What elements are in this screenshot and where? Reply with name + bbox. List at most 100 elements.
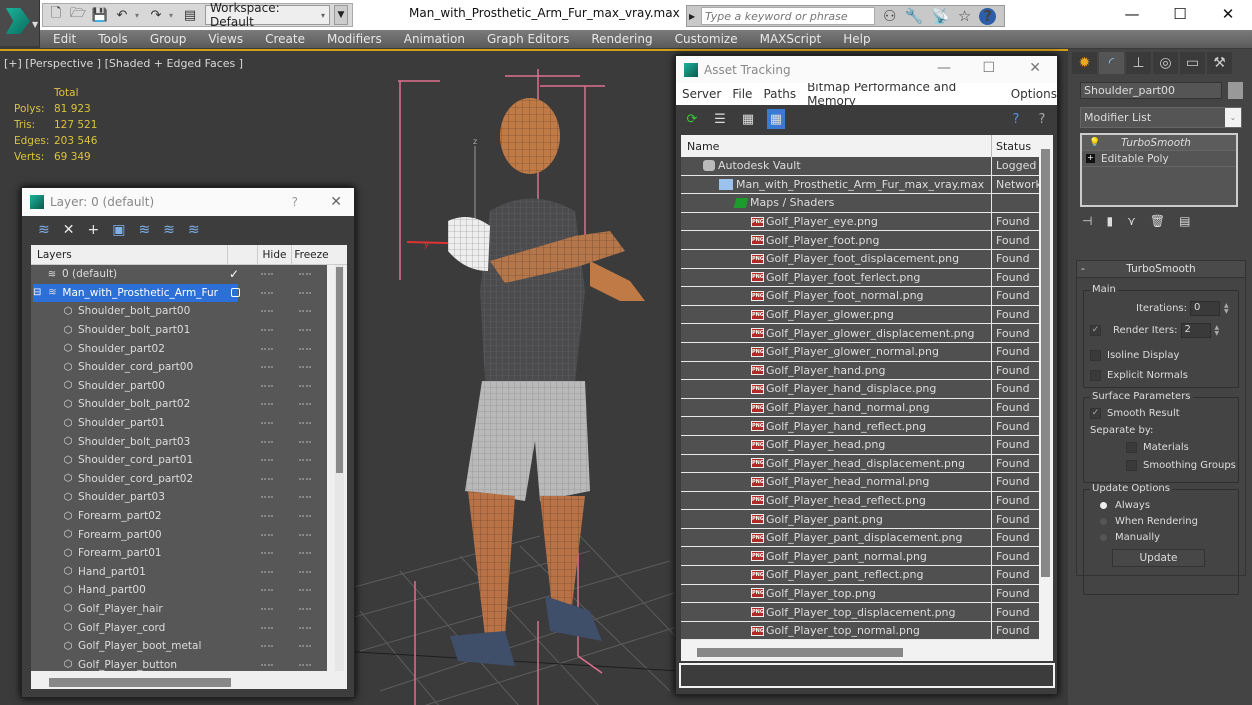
asset-row[interactable]: PNG Golf_Player_head_reflect.png Found [681,491,1039,511]
freeze-toggle[interactable] [299,515,311,518]
list-view-icon[interactable]: ☰ [711,109,729,129]
freeze-toggle[interactable] [299,589,311,592]
asset-row[interactable]: PNG Golf_Player_eye.png Found [681,212,1039,232]
hide-toggle[interactable] [261,440,273,443]
menu-modifiers[interactable]: Modifiers [327,32,382,46]
redo-icon[interactable]: ↷ [147,6,165,24]
layer-settings-icon[interactable]: ≋ [188,222,200,238]
table-view-icon[interactable]: ▦ [767,109,785,129]
explicit-normals-checkbox[interactable] [1090,370,1101,381]
close-button[interactable]: ✕ [330,194,342,210]
iterations-spinner[interactable]: 0 [1190,301,1220,316]
asset-row[interactable]: PNG Golf_Player_glower_normal.png Found [681,342,1039,362]
freeze-toggle[interactable] [299,645,311,648]
freeze-toggle[interactable] [299,552,311,555]
radio-button[interactable] [1100,502,1107,509]
remove-modifier-icon[interactable]: 🗑 [1150,214,1165,228]
asset-row[interactable]: Man_with_Prosthetic_Arm_Fur_max_vray.max… [681,175,1039,195]
path-field[interactable] [679,663,1055,688]
hide-toggle[interactable] [261,533,273,536]
dialog-title-bar[interactable]: Layer: 0 (default) ? ✕ [22,188,354,216]
freeze-toggle[interactable] [299,607,311,610]
hide-toggle[interactable] [261,329,273,332]
asset-row[interactable]: PNG Golf_Player_top_displacement.png Found [681,603,1039,622]
object-row[interactable]: ⬡ Shoulder_cord_part02 [31,470,327,489]
asset-menu-server[interactable]: Server [682,87,721,101]
minimize-button[interactable]: — [937,60,951,76]
hide-toggle[interactable] [261,477,273,480]
smoothing-groups-checkbox[interactable] [1126,460,1137,471]
asset-row[interactable]: PNG Golf_Player_foot_normal.png Found [681,287,1039,306]
viewport-label[interactable]: [+] [Perspective ] [Shaded + Edged Faces… [4,57,243,70]
column-current[interactable] [227,245,257,264]
asset-menu-bitmap-performance-and-memory[interactable]: Bitmap Performance and Memory [807,80,1000,108]
smooth-result-checkbox[interactable]: ✓ [1090,408,1101,419]
freeze-toggle[interactable] [299,310,311,313]
asset-row[interactable]: PNG Golf_Player_hand.png Found [681,361,1039,381]
new-file-icon[interactable]: 🗋 [47,6,65,24]
freeze-toggle[interactable] [299,440,311,443]
object-color-swatch[interactable] [1228,82,1243,99]
object-row[interactable]: ⬡ Hand_part00 [31,581,327,600]
hierarchy-tab-icon[interactable]: ⊥ [1126,52,1151,74]
horizontal-scrollbar[interactable] [49,678,231,687]
asset-row[interactable]: PNG Golf_Player_hand_displace.png Found [681,380,1039,399]
asset-row[interactable]: Autodesk Vault Logged [681,157,1039,176]
binoculars-icon[interactable]: ⚇ [883,7,896,25]
project-folder-icon[interactable]: ▤ [181,6,199,24]
object-row[interactable]: ⬡ Shoulder_bolt_part00 [31,302,327,321]
layer-row[interactable]: ≋ 0 (default) ✓ [31,265,327,284]
pin-stack-icon[interactable]: ⊣ [1082,214,1092,228]
asset-row[interactable]: PNG Golf_Player_hand_reflect.png Found [681,417,1039,436]
minimize-button[interactable]: — [1108,0,1156,28]
object-row[interactable]: ⬡ Shoulder_cord_part01 [31,451,327,470]
materials-checkbox[interactable] [1126,442,1137,453]
hide-toggle[interactable] [261,291,273,294]
menu-graph-editors[interactable]: Graph Editors [487,32,569,46]
hide-toggle[interactable] [261,515,273,518]
isoline-checkbox[interactable] [1090,350,1101,361]
app-menu-button[interactable]: ▼ [0,0,40,46]
maximize-button[interactable]: ☐ [1156,0,1204,28]
undo-icon[interactable]: ↶ [113,6,131,24]
freeze-toggle[interactable] [299,384,311,387]
object-row[interactable]: ⬡ Golf_Player_button [31,655,327,671]
hide-toggle[interactable] [261,347,273,350]
asset-row[interactable]: PNG Golf_Player_glower_displacement.png Fo… [681,324,1039,343]
scrollbar-thumb[interactable] [336,267,343,473]
make-unique-icon[interactable]: ⋎ [1127,214,1136,228]
column-hide[interactable]: Hide [257,245,291,264]
modify-tab-icon[interactable]: ◜ [1099,52,1124,74]
object-name-field[interactable]: Shoulder_part00 [1080,82,1222,99]
menu-views[interactable]: Views [208,32,243,46]
asset-row[interactable]: PNG Golf_Player_hand_normal.png Found [681,398,1039,418]
asset-menu-paths[interactable]: Paths [763,87,796,101]
modifier-list-dropdown[interactable]: Modifier List ⌄ [1080,107,1242,128]
hide-toggle[interactable] [261,607,273,610]
menu-rendering[interactable]: Rendering [591,32,652,46]
horizontal-scrollbar[interactable] [697,648,903,657]
expand-icon[interactable]: + [1086,154,1095,163]
asset-row[interactable]: PNG Golf_Player_glower.png Found [681,305,1039,325]
motion-tab-icon[interactable]: ◎ [1153,52,1178,74]
current-layer-check-icon[interactable]: ✓ [229,267,239,281]
hide-toggle[interactable] [261,459,273,462]
asset-row[interactable]: PNG Golf_Player_foot_ferlect.png Found [681,268,1039,288]
freeze-toggle[interactable] [299,626,311,629]
freeze-toggle[interactable] [299,273,311,276]
help-button[interactable]: ? [292,195,298,209]
hide-toggle[interactable] [261,589,273,592]
object-row[interactable]: ⬡ Shoulder_cord_part00 [31,358,327,377]
freeze-toggle[interactable] [299,347,311,350]
radio-button[interactable] [1100,534,1107,541]
object-row[interactable]: ⬡ Shoulder_bolt_part01 [31,321,327,340]
asset-menu-options[interactable]: Options [1011,87,1057,101]
highlight-layer-icon[interactable]: ≋ [138,222,150,238]
search-input[interactable] [701,7,875,25]
freeze-toggle[interactable] [299,459,311,462]
create-layer-icon[interactable]: ≋ [38,222,50,238]
display-tab-icon[interactable]: ▭ [1180,52,1205,74]
help-icon[interactable]: ? [1007,109,1025,129]
radio-manually[interactable]: Manually [1100,532,1160,543]
hide-toggle[interactable] [261,422,273,425]
